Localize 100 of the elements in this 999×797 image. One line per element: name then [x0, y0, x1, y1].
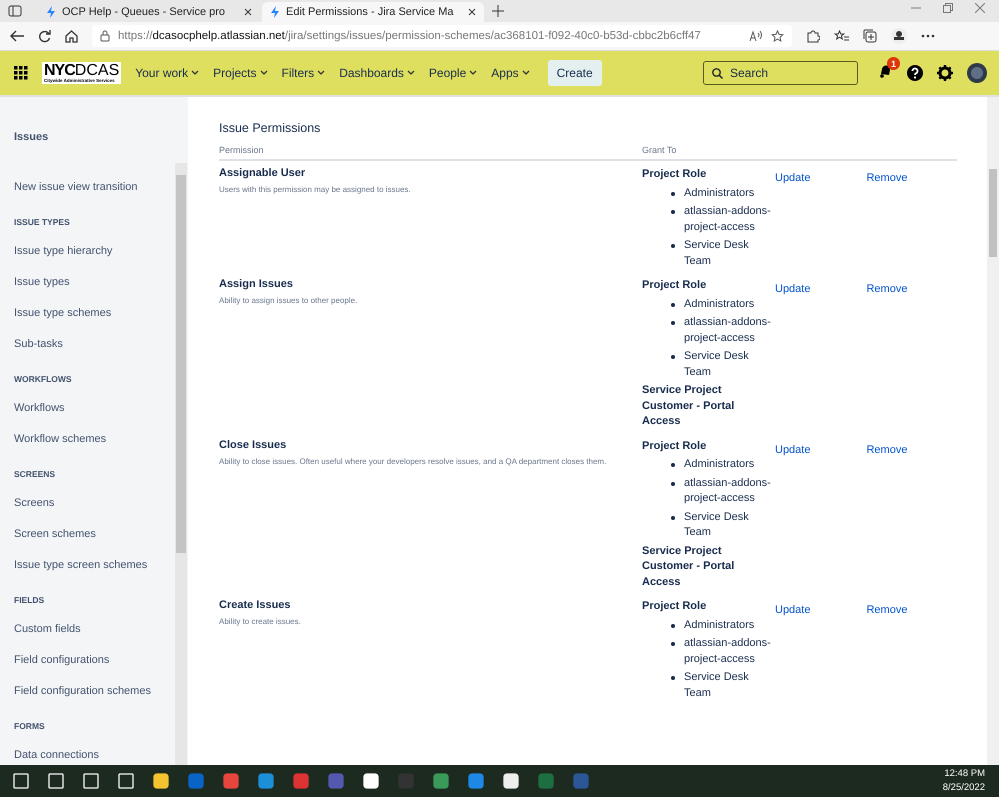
action-link[interactable]: Remove	[866, 171, 908, 185]
sidebar-item[interactable]: Issue types	[14, 266, 70, 297]
grant-type: Service Project Customer - Portal Access	[642, 383, 736, 429]
permission-name: Assignable User	[219, 167, 306, 179]
grant-member: Service Desk Team	[684, 238, 750, 268]
puzzle-icon[interactable]	[806, 29, 820, 43]
grant-member: atlassian-addons-project-access	[684, 315, 772, 346]
bullet-icon	[671, 302, 675, 306]
back-icon[interactable]	[10, 30, 24, 42]
grant-member: Administrators	[684, 296, 756, 312]
permission-name: Close Issues	[219, 438, 288, 450]
sidebar-heading: SCREENS	[14, 468, 56, 480]
read-aloud-icon[interactable]	[749, 30, 763, 42]
caret-icon	[260, 70, 268, 76]
help-icon[interactable]	[907, 65, 923, 81]
bullet-icon	[671, 676, 675, 680]
action-link[interactable]: Remove	[866, 282, 908, 296]
grant-member: atlassian-addons-project-access	[684, 476, 772, 506]
sidebar-item[interactable]: Field configurations	[14, 644, 110, 675]
sidebar-item[interactable]: Issue type schemes	[14, 297, 112, 328]
action-link[interactable]: Remove	[866, 603, 908, 617]
grant-member: Administrators	[684, 186, 756, 200]
avatar-icon[interactable]	[967, 63, 987, 83]
nav-menu[interactable]: Your work	[135, 66, 200, 80]
nav-menu[interactable]: Projects	[213, 66, 268, 80]
notification-badge: 1	[887, 57, 900, 70]
sidebar-heading: WORKFLOWS	[14, 372, 73, 386]
search-field[interactable]: Search	[703, 61, 858, 85]
action-link[interactable]: Update	[775, 603, 810, 617]
sidebar-item[interactable]: Custom fields	[14, 613, 81, 644]
bullet-icon	[671, 624, 675, 628]
close-icon[interactable]	[244, 8, 252, 16]
profile-icon[interactable]	[891, 28, 907, 44]
sidebar-heading: FIELDS	[14, 594, 46, 606]
new-tab-icon[interactable]	[492, 5, 504, 17]
star-icon[interactable]	[771, 30, 784, 42]
caret-icon	[191, 70, 200, 76]
grant-member: atlassian-addons-project-access	[684, 636, 772, 666]
browser-tab[interactable]: Edit Permissions - Jira Service Ma	[262, 2, 484, 22]
create-button[interactable]: Create	[548, 60, 602, 86]
grant-member: atlassian-addons-project-access	[684, 204, 772, 234]
bullet-icon	[671, 355, 675, 359]
sidebar-item[interactable]: Screens	[14, 487, 54, 518]
grant-member: Administrators	[684, 618, 756, 632]
caret-icon	[317, 70, 326, 76]
permission-name: Assign Issues	[219, 278, 294, 290]
column-header: Grant To	[642, 145, 676, 155]
bullet-icon	[671, 244, 675, 248]
sidebar-item[interactable]: Screen schemes	[14, 518, 96, 549]
bell-icon[interactable]	[878, 63, 893, 78]
caret-icon	[469, 70, 478, 76]
close-icon[interactable]	[468, 8, 476, 16]
collections-icon[interactable]	[863, 29, 877, 43]
grant-type: Service Project Customer - Portal Access	[642, 544, 736, 590]
nav-menu[interactable]: People	[428, 66, 478, 80]
action-link[interactable]: Update	[775, 282, 810, 296]
sidebar-item[interactable]: Workflow schemes	[14, 423, 106, 454]
nav-menu[interactable]: Filters	[282, 66, 326, 80]
action-link[interactable]: Update	[775, 171, 810, 185]
grant-type: Project Role	[642, 278, 708, 293]
caret-icon	[406, 70, 415, 76]
sidebar-item[interactable]: Issue type hierarchy	[14, 235, 112, 266]
scrollbar[interactable]	[987, 97, 999, 766]
sidebar-item[interactable]: Field configuration schemes	[14, 675, 151, 706]
address-bar[interactable]: https://dcasocphelp.atlassian.net/jira/settings/issues/permission-schemes/ac368101-f092-40c0-b53d-cbbc2b6cff47	[92, 25, 792, 47]
action-link[interactable]: Update	[775, 442, 810, 456]
nav-menu[interactable]: Dashboards	[339, 66, 415, 80]
grant-member: Service Desk Team	[684, 670, 750, 700]
sidebar-item[interactable]: Sub-tasks	[14, 328, 63, 359]
tab-actions-icon[interactable]	[8, 5, 22, 17]
section-title: Issue Permissions	[219, 121, 322, 135]
permission-description: Ability to close issues. Often useful where your developers resolve issues, and a QA department closes them.	[219, 456, 608, 468]
scrollbar[interactable]	[175, 163, 187, 766]
permission-description: Ability to create issues.	[219, 616, 302, 628]
sidebar-title: Issues	[14, 131, 50, 143]
bullet-icon	[671, 642, 675, 646]
settings-icon[interactable]	[937, 65, 953, 81]
column-header: Permission	[219, 145, 265, 155]
grant-type: Project Role	[642, 599, 708, 614]
app-grid-icon[interactable]	[14, 66, 28, 80]
sidebar-item[interactable]: Workflows	[14, 392, 65, 423]
grant-type: Project Role	[642, 438, 708, 454]
browser-tab[interactable]: OCP Help - Queues - Service pro	[38, 2, 260, 22]
sidebar-item[interactable]: Issue type screen schemes	[14, 549, 148, 580]
home-icon[interactable]	[65, 30, 78, 42]
refresh-icon[interactable]	[38, 30, 51, 42]
more-icon[interactable]	[921, 34, 935, 38]
permission-name: Create Issues	[219, 599, 292, 611]
sidebar-item[interactable]: Data connections	[14, 739, 99, 766]
clock-time: 12:48 PM	[943, 766, 985, 781]
bullet-icon	[671, 192, 675, 196]
favorites-icon[interactable]	[834, 30, 849, 42]
sidebar-heading: FORMS	[14, 720, 46, 732]
sidebar-item[interactable]: New issue view transition	[14, 171, 138, 202]
caret-icon	[522, 70, 530, 76]
nav-menu[interactable]: Apps	[491, 66, 530, 80]
action-link[interactable]: Remove	[866, 442, 908, 456]
permission-description: Users with this permission may be assigned to issues.	[219, 184, 412, 196]
bullet-icon	[671, 482, 675, 486]
restore-icon[interactable]	[943, 3, 953, 13]
